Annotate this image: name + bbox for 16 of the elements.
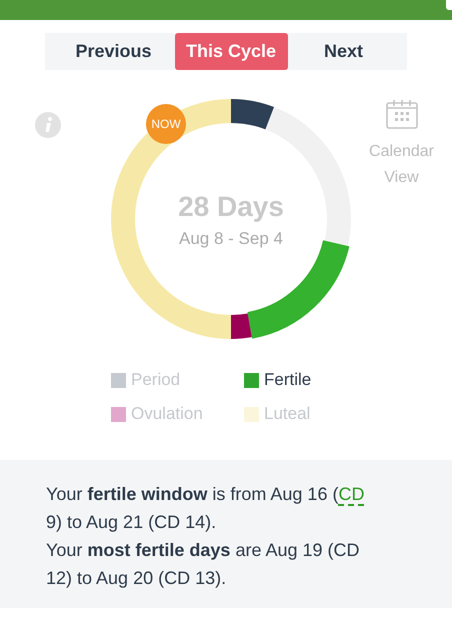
cycle-tab[interactable]: Previous — [52, 33, 174, 70]
legend-label: Luteal — [264, 403, 310, 425]
cycle-day-link[interactable]: CD — [338, 484, 364, 506]
cycle-dates: Aug 8 - Sep 4 — [178, 229, 284, 249]
calendar-icon[interactable] — [386, 99, 418, 129]
legend-label: Fertile — [264, 369, 312, 391]
legend-label: Period — [131, 369, 180, 391]
info-icon[interactable] — [35, 112, 61, 138]
now-badge: NOW — [146, 104, 186, 144]
fertility-summary: Your fertile window is from Aug 16 (CD 9) to Aug 21 (CD 14). — [46, 483, 366, 534]
header-button-edge[interactable] — [446, 0, 452, 10]
cycle-tab[interactable]: Next — [288, 33, 400, 70]
calendar-view-link[interactable]: Calendar View — [362, 139, 442, 191]
legend-label: Ovulation — [131, 403, 203, 425]
fertility-summary: Your most fertile days are Aug 19 (CD 12) to Aug 20 (CD 13). — [46, 539, 361, 590]
cycle-tab[interactable]: This Cycle — [174, 33, 288, 70]
